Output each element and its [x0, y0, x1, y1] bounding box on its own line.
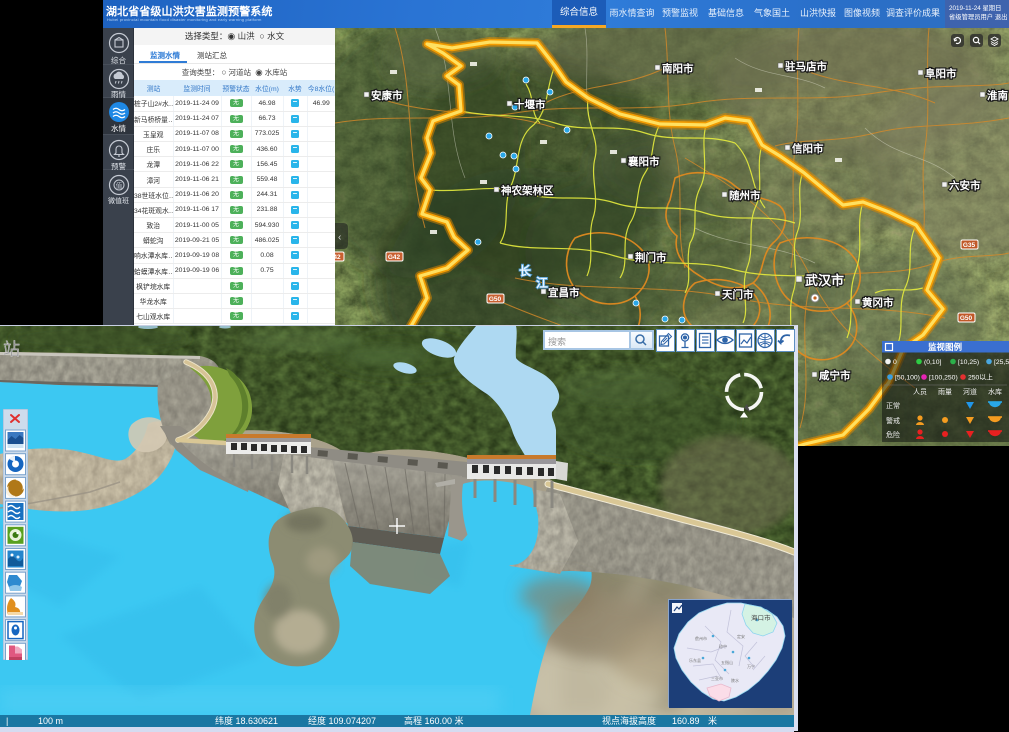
- svg-text:[50,100): [50,100): [895, 375, 920, 382]
- svg-text:长: 长: [519, 263, 532, 278]
- svg-text:六安市: 六安市: [949, 179, 981, 192]
- svg-text:0: 0: [893, 359, 897, 366]
- svg-text:危险: 危险: [886, 430, 900, 439]
- svg-text:十堰市: 十堰市: [514, 98, 546, 111]
- svg-text:三亚市: 三亚市: [711, 675, 723, 681]
- svg-text:天门市: 天门市: [722, 288, 754, 301]
- svg-text:信阳市: 信阳市: [792, 142, 824, 155]
- svg-text:神农架林区: 神农架林区: [501, 184, 554, 197]
- svg-text:襄阳市: 襄阳市: [627, 155, 660, 168]
- svg-text:42: 42: [335, 254, 341, 261]
- svg-text:陵水: 陵水: [731, 677, 739, 683]
- svg-text:五指山: 五指山: [721, 659, 733, 665]
- svg-text:G50: G50: [960, 315, 973, 322]
- svg-text:警戒: 警戒: [886, 416, 900, 425]
- svg-text:雨量: 雨量: [938, 388, 952, 396]
- svg-text:江: 江: [536, 275, 548, 290]
- svg-text:站: 站: [3, 340, 20, 359]
- svg-text:淮南: 淮南: [987, 89, 1008, 102]
- svg-text:G42: G42: [388, 254, 401, 261]
- svg-text:250以上: 250以上: [968, 373, 993, 382]
- svg-text:人员: 人员: [913, 388, 927, 396]
- svg-text:海口市: 海口市: [751, 613, 771, 622]
- svg-text:乐东县: 乐东县: [689, 657, 701, 663]
- svg-text:定安: 定安: [737, 633, 745, 639]
- svg-text:[100,250): [100,250): [929, 375, 958, 382]
- svg-text:随州市: 随州市: [729, 189, 761, 202]
- svg-text:万宁: 万宁: [747, 663, 755, 669]
- svg-text:琼中: 琼中: [719, 643, 727, 649]
- svg-text:阜阳市: 阜阳市: [925, 67, 957, 80]
- svg-text:儋州市: 儋州市: [695, 635, 707, 641]
- svg-text:南阳市: 南阳市: [662, 62, 694, 75]
- svg-text:宜昌市: 宜昌市: [548, 286, 580, 299]
- svg-text:(0,10]: (0,10]: [924, 359, 941, 366]
- svg-text:驻马店市: 驻马店市: [785, 60, 827, 73]
- svg-text:荆门市: 荆门市: [635, 251, 667, 264]
- svg-text:值: 值: [116, 181, 123, 190]
- svg-text:[25,5: [25,5: [994, 359, 1009, 366]
- svg-text:武汉市: 武汉市: [805, 273, 844, 288]
- svg-text:[10,25): [10,25): [958, 359, 979, 366]
- svg-text:安康市: 安康市: [371, 89, 403, 102]
- svg-text:河道: 河道: [963, 387, 977, 396]
- svg-text:咸宁市: 咸宁市: [819, 369, 851, 382]
- svg-text:G50: G50: [489, 296, 502, 303]
- svg-text:黄冈市: 黄冈市: [862, 296, 894, 309]
- svg-text:正常: 正常: [886, 401, 900, 410]
- svg-text:G35: G35: [963, 242, 976, 249]
- svg-text:‹: ‹: [338, 232, 341, 243]
- svg-text:监视图例: 监视图例: [928, 342, 963, 352]
- svg-text:水库: 水库: [988, 387, 1002, 396]
